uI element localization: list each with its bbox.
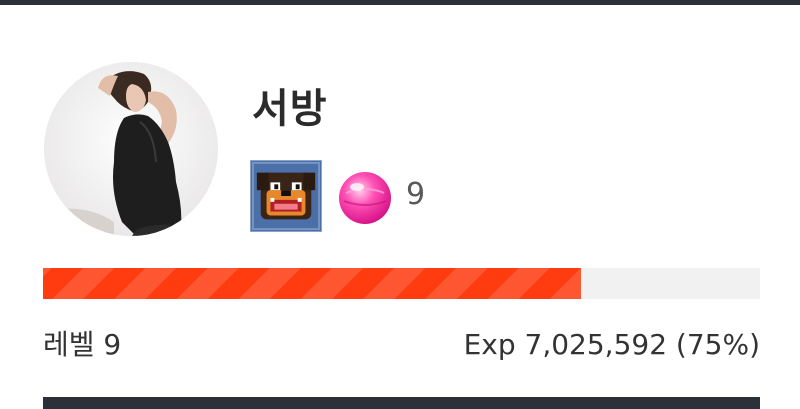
exp-progress-bar bbox=[43, 268, 760, 299]
nickname: 서방 bbox=[252, 86, 328, 132]
avatar-image bbox=[44, 62, 218, 236]
exp-label: Exp 7,025,592 (75%) bbox=[463, 328, 760, 361]
avatar[interactable] bbox=[44, 62, 218, 236]
gem-count: 9 bbox=[406, 177, 426, 212]
level-label: 레벨 9 bbox=[43, 328, 122, 361]
dog-badge-icon[interactable] bbox=[250, 160, 322, 232]
pink-gem-icon bbox=[336, 169, 394, 227]
exp-progress-fill bbox=[43, 268, 581, 299]
bottom-divider bbox=[43, 397, 760, 409]
profile-card: 서방 9 레벨 9 Exp 7,025,592 (75%) bbox=[0, 5, 800, 409]
